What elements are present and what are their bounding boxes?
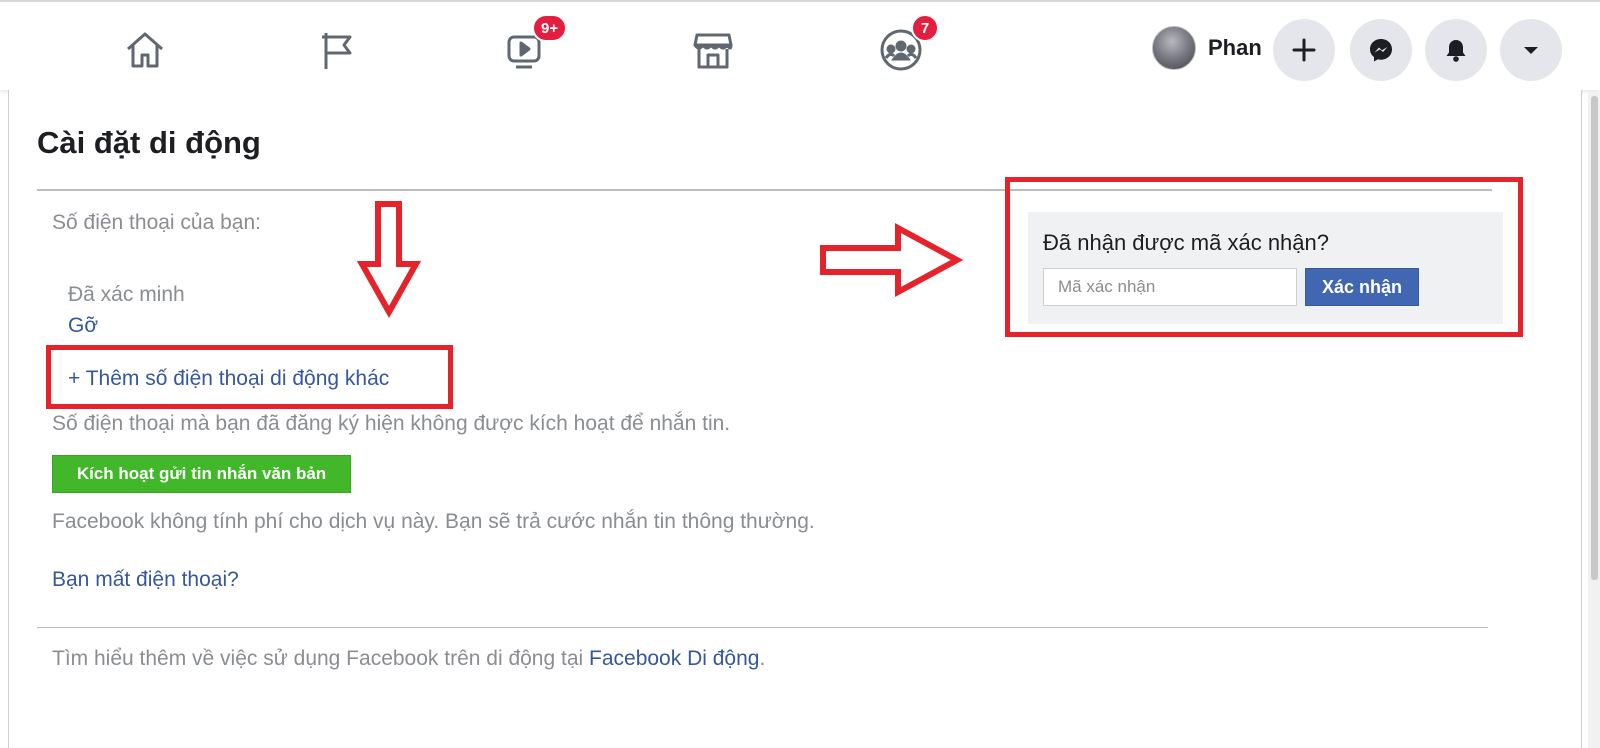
caret-down-icon bbox=[1524, 47, 1538, 54]
messenger-icon bbox=[1370, 39, 1392, 62]
home-icon[interactable] bbox=[119, 24, 171, 76]
notifications-button[interactable] bbox=[1425, 19, 1487, 81]
footer-text-prefix: Tìm hiểu thêm về việc sử dụng Facebook t… bbox=[52, 647, 590, 670]
profile-shortcut[interactable]: Phan bbox=[1152, 26, 1262, 70]
fee-notice: Facebook không tính phí cho dịch vụ này.… bbox=[52, 510, 815, 533]
top-navigation-bar: 9+ 7 Phan bbox=[0, 0, 1600, 90]
scrollbar-thumb[interactable] bbox=[1591, 96, 1598, 580]
sms-notice: Số điện thoại mà bạn đã đăng ký hiện khô… bbox=[52, 412, 731, 435]
groups-notification-badge: 7 bbox=[911, 14, 939, 42]
marketplace-store-icon[interactable] bbox=[687, 24, 739, 76]
watch-notification-badge: 9+ bbox=[532, 14, 568, 42]
phone-number-label: Số điện thoại của bạn: bbox=[52, 211, 261, 234]
annotation-down-arrow bbox=[356, 201, 422, 319]
footer-period: . bbox=[759, 647, 766, 670]
divider bbox=[37, 627, 1488, 628]
create-button[interactable] bbox=[1273, 19, 1335, 81]
profile-name: Phan bbox=[1208, 35, 1262, 60]
page-title: Cài đặt di động bbox=[37, 125, 261, 160]
plus-icon bbox=[1292, 38, 1316, 62]
activate-sms-button[interactable]: Kích hoạt gửi tin nhắn văn bản bbox=[52, 455, 351, 493]
remove-phone-link[interactable]: Gỡ bbox=[68, 314, 98, 338]
bell-icon bbox=[1446, 40, 1466, 62]
annotation-highlight-box bbox=[46, 345, 453, 409]
lost-phone-link[interactable]: Bạn mất điện thoại? bbox=[52, 568, 239, 592]
messenger-button[interactable] bbox=[1350, 19, 1412, 81]
verified-status: Đã xác minh bbox=[68, 283, 185, 306]
annotation-right-arrow bbox=[820, 222, 964, 298]
facebook-mobile-link[interactable]: Facebook Di động bbox=[589, 647, 759, 670]
account-menu-button[interactable] bbox=[1500, 19, 1562, 81]
annotation-highlight-box bbox=[1005, 177, 1523, 337]
footer-text: Tìm hiểu thêm về việc sử dụng Facebook t… bbox=[52, 647, 765, 671]
pages-flag-icon[interactable] bbox=[311, 24, 363, 76]
avatar bbox=[1152, 26, 1196, 70]
